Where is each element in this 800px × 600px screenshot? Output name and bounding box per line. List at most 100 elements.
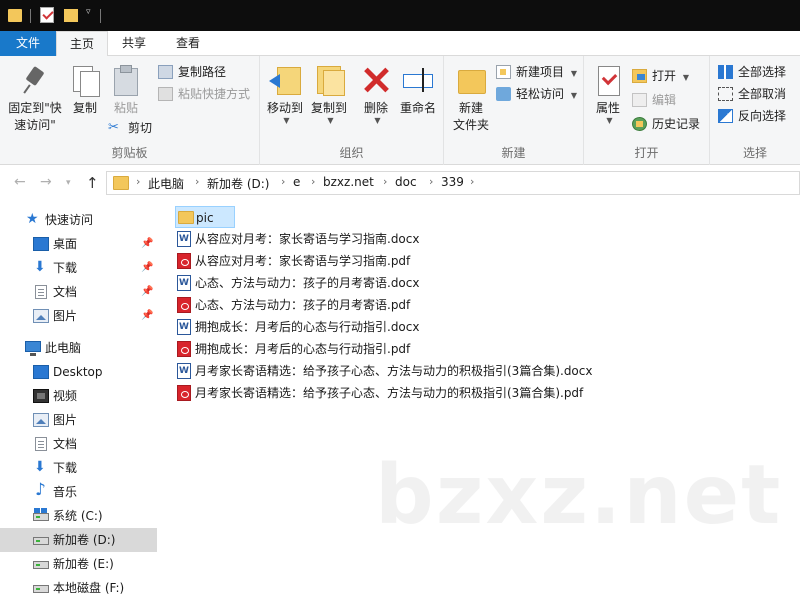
- nav-quick-documents[interactable]: 文档 📌: [0, 280, 157, 304]
- move-to-button[interactable]: 移动到 ▼: [264, 60, 306, 125]
- pin-icon: 📌: [141, 238, 154, 249]
- paste-label: 粘贴: [113, 101, 138, 115]
- customize-toolbar-chevron-icon[interactable]: ▿: [86, 7, 91, 25]
- nav-label: 桌面: [53, 237, 78, 251]
- nav-quick-pictures[interactable]: 图片 📌: [0, 304, 157, 328]
- breadcrumb-339[interactable]: 339: [441, 175, 464, 189]
- properties-button[interactable]: 属性 ▼: [590, 60, 626, 125]
- breadcrumb-chevron-icon[interactable]: ›: [281, 175, 285, 188]
- paste-shortcut-button[interactable]: 粘贴快捷方式: [158, 84, 250, 104]
- nav-drive-e[interactable]: 新加卷 (E:): [0, 552, 157, 576]
- nav-label: 音乐: [53, 485, 78, 499]
- delete-button[interactable]: 删除 ▼: [358, 60, 394, 125]
- open-button[interactable]: 打开 ▼: [632, 66, 689, 86]
- nav-pc-desktop[interactable]: Desktop: [0, 360, 157, 384]
- title-bar: ▿: [0, 0, 800, 31]
- address-bar[interactable]: › 此电脑 › 新加卷 (D:) › e › bzxz.net › doc › …: [106, 171, 800, 195]
- copy-to-label: 复制到: [310, 101, 347, 115]
- star-icon: [25, 207, 41, 231]
- edit-button[interactable]: 编辑: [632, 90, 676, 110]
- nav-label: 下载: [53, 261, 78, 275]
- breadcrumb-e[interactable]: e: [293, 175, 300, 189]
- word-document-icon: [177, 316, 191, 338]
- edit-icon: [632, 93, 647, 107]
- copy-button[interactable]: 复制: [66, 60, 104, 116]
- pin-icon: 📌: [141, 310, 154, 321]
- pin-icon: 📌: [141, 286, 154, 297]
- nav-quick-desktop[interactable]: 桌面 📌: [0, 232, 157, 256]
- tab-share[interactable]: 共享: [108, 31, 160, 56]
- copy-path-label: 复制路径: [178, 65, 227, 79]
- nav-this-pc[interactable]: 此电脑: [0, 336, 157, 360]
- breadcrumb-doc[interactable]: doc: [395, 175, 417, 189]
- nav-drive-c[interactable]: 系统 (C:): [0, 504, 157, 528]
- copy-path-icon: [158, 65, 173, 79]
- new-folder-quick-button[interactable]: [64, 9, 78, 22]
- invert-selection-button[interactable]: 反向选择: [718, 106, 786, 126]
- up-arrow-icon[interactable]: ↑: [86, 174, 99, 192]
- nav-pc-videos[interactable]: 视频: [0, 384, 157, 408]
- select-group-label: 选择: [742, 146, 767, 160]
- drive-icon: [33, 585, 49, 593]
- word-document-icon: [177, 228, 191, 250]
- breadcrumb-chevron-icon[interactable]: ›: [470, 175, 474, 188]
- nav-label: 图片: [53, 413, 78, 427]
- cut-button[interactable]: 剪切: [108, 118, 152, 138]
- toolbar-separator: [30, 9, 31, 23]
- breadcrumb-chevron-icon[interactable]: ›: [136, 175, 140, 188]
- organize-group: 移动到 ▼ 复制到 ▼ 删除 ▼ 重命名 组织: [260, 56, 444, 165]
- back-arrow-icon[interactable]: ←: [14, 174, 26, 190]
- pin-to-quick-access-button[interactable]: 固定到"快 速访问": [4, 60, 66, 133]
- nav-quick-downloads[interactable]: 下载 📌: [0, 255, 157, 280]
- new-item-button[interactable]: 新建项目 ▼: [496, 62, 577, 82]
- forward-arrow-icon[interactable]: →: [40, 174, 52, 190]
- open-icon: [632, 69, 647, 83]
- select-none-label: 全部取消: [738, 87, 787, 101]
- file-name: 从容应对月考：家长寄语与学习指南.docx: [195, 232, 420, 246]
- nav-pc-downloads[interactable]: 下载: [0, 455, 157, 480]
- breadcrumb-chevron-icon[interactable]: ›: [195, 175, 199, 188]
- breadcrumb-chevron-icon[interactable]: ›: [429, 175, 433, 188]
- easy-access-icon: [496, 87, 511, 101]
- breadcrumb-drive-d[interactable]: 新加卷 (D:): [207, 175, 269, 192]
- properties-quick-button[interactable]: [40, 7, 54, 23]
- nav-quick-access[interactable]: 快速访问: [0, 207, 157, 232]
- open-group-label: 打开: [634, 146, 659, 160]
- chevron-down-icon: ▼: [570, 91, 577, 100]
- breadcrumb-chevron-icon[interactable]: ›: [311, 175, 315, 188]
- file-name: 心态、方法与动力：孩子的月考寄语.pdf: [195, 298, 411, 312]
- tab-file[interactable]: 文件: [0, 31, 56, 56]
- list-item[interactable]: pic: [175, 206, 235, 228]
- copy-path-button[interactable]: 复制路径: [158, 62, 226, 82]
- chevron-down-icon: ▼: [570, 69, 577, 78]
- recent-locations-chevron-icon[interactable]: ▾: [66, 178, 71, 188]
- paste-button[interactable]: 粘贴: [106, 60, 146, 116]
- nav-drive-d[interactable]: 新加卷 (D:): [0, 528, 157, 552]
- breadcrumb-bzxz[interactable]: bzxz.net: [323, 175, 374, 189]
- nav-pc-documents[interactable]: 文档: [0, 432, 157, 456]
- select-none-button[interactable]: 全部取消: [718, 84, 786, 104]
- file-name: 月考家长寄语精选：给予孩子心态、方法与动力的积极指引(3篇合集).pdf: [195, 386, 584, 400]
- tab-view[interactable]: 查看: [160, 31, 216, 56]
- history-button[interactable]: 历史记录: [632, 114, 700, 134]
- toolbar-separator: [100, 9, 101, 23]
- breadcrumb-this-pc[interactable]: 此电脑: [148, 175, 184, 192]
- new-item-icon: [496, 65, 511, 79]
- easy-access-button[interactable]: 轻松访问 ▼: [496, 84, 577, 104]
- nav-drive-f[interactable]: 本地磁盘 (F:): [0, 576, 157, 600]
- new-folder-button[interactable]: 新建 文件夹: [448, 60, 494, 133]
- history-icon: [632, 117, 647, 131]
- nav-label: 视频: [53, 389, 78, 403]
- navigation-bar: ← → ▾ ↑ › 此电脑 › 新加卷 (D:) › e › bzxz.net …: [0, 165, 800, 201]
- rename-button[interactable]: 重命名: [396, 60, 440, 116]
- copy-to-button[interactable]: 复制到 ▼: [308, 60, 350, 125]
- pdf-icon: [177, 297, 191, 313]
- nav-label: 文档: [53, 437, 78, 451]
- system-drive-icon: [33, 508, 49, 521]
- tab-home[interactable]: 主页: [56, 31, 108, 57]
- nav-pc-music[interactable]: 音乐: [0, 478, 157, 504]
- select-all-button[interactable]: 全部选择: [718, 62, 786, 82]
- nav-pc-pictures[interactable]: 图片: [0, 408, 157, 432]
- word-document-icon: [177, 360, 191, 382]
- breadcrumb-chevron-icon[interactable]: ›: [383, 175, 387, 188]
